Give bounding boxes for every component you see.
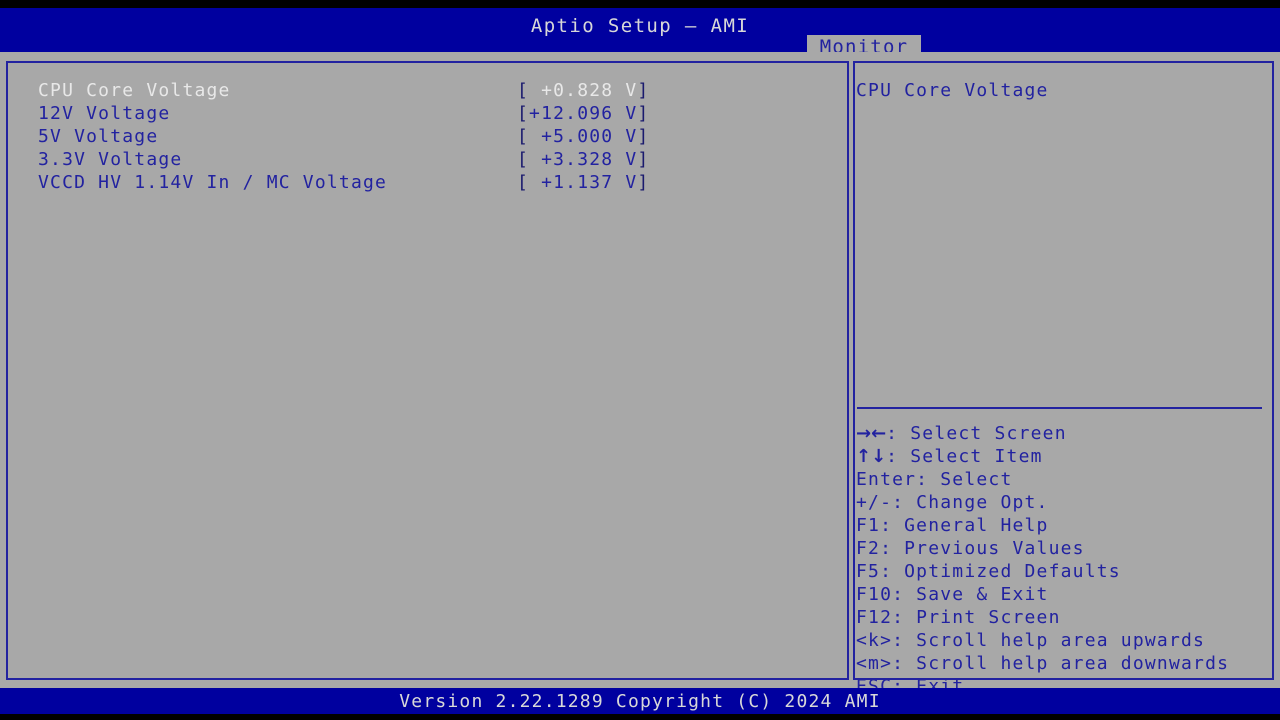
setting-value: +3.328 V bbox=[529, 149, 638, 170]
legend-text: F5: Optimized Defaults bbox=[856, 561, 1121, 582]
help-panel: CPU Core Voltage →←: Select Screen ↑↓: Se… bbox=[853, 61, 1274, 697]
setting-value-field[interactable]: [ +5.000 V] bbox=[517, 125, 649, 148]
setting-value-field[interactable]: [ +0.828 V] bbox=[517, 79, 649, 102]
value-close-bracket: ] bbox=[637, 103, 650, 124]
value-close-bracket: ] bbox=[637, 126, 650, 147]
legend-line: ↑↓: Select Item bbox=[855, 445, 1272, 468]
title-bar: Aptio Setup – AMI Monitor bbox=[0, 8, 1280, 60]
legend-text: : Select Screen bbox=[886, 423, 1067, 444]
setting-row[interactable]: CPU Core Voltage [ +0.828 V] bbox=[8, 79, 847, 102]
settings-panel: CPU Core Voltage[ +0.828 V] 12V Voltage [+… bbox=[6, 61, 849, 680]
setting-value-field[interactable]: [+12.096 V] bbox=[517, 102, 649, 125]
value-open-bracket: [ bbox=[517, 126, 530, 147]
legend-line: F5: Optimized Defaults bbox=[855, 560, 1272, 583]
legend-text: F2: Previous Values bbox=[856, 538, 1085, 559]
setting-value: +1.137 V bbox=[529, 172, 638, 193]
settings-list: CPU Core Voltage[ +0.828 V] 12V Voltage [+… bbox=[8, 79, 847, 194]
body-area: CPU Core Voltage[ +0.828 V] 12V Voltage [+… bbox=[0, 52, 1280, 697]
legend-text: +/-: Change Opt. bbox=[856, 492, 1049, 513]
bios-setup-screen: Aptio Setup – AMI Monitor CPU Core Volta… bbox=[0, 0, 1280, 720]
setting-row[interactable]: 5V Voltage [ +5.000 V] bbox=[8, 125, 847, 148]
legend-line: F12: Print Screen bbox=[855, 606, 1272, 629]
top-black-strip bbox=[0, 0, 1280, 8]
key-legend: →←: Select Screen ↑↓: Select Item Enter: S… bbox=[855, 422, 1272, 698]
legend-text: <k>: Scroll help area upwards bbox=[856, 630, 1206, 651]
legend-line: <m>: Scroll help area downwards bbox=[855, 652, 1272, 675]
setting-row[interactable]: VCCD HV 1.14V In / MC Voltage [ +1.137 V] bbox=[8, 171, 847, 194]
legend-line: F2: Previous Values bbox=[855, 537, 1272, 560]
setting-value: +5.000 V bbox=[529, 126, 638, 147]
setting-label: 12V Voltage bbox=[38, 103, 171, 124]
bottom-black-strip bbox=[0, 714, 1280, 720]
legend-line: →←: Select Screen bbox=[855, 422, 1272, 445]
setting-value-field[interactable]: [ +1.137 V] bbox=[517, 171, 649, 194]
help-divider bbox=[857, 407, 1262, 409]
legend-text: F10: Save & Exit bbox=[856, 584, 1049, 605]
setting-row[interactable]: 3.3V Voltage [ +3.328 V] bbox=[8, 148, 847, 171]
value-open-bracket: [ bbox=[517, 149, 530, 170]
setting-label: 3.3V Voltage bbox=[38, 149, 183, 170]
legend-line: F10: Save & Exit bbox=[855, 583, 1272, 606]
setting-label: VCCD HV 1.14V In / MC Voltage bbox=[38, 172, 388, 193]
legend-key-glyph-icon: ↑↓ bbox=[856, 446, 887, 467]
legend-text: F1: General Help bbox=[856, 515, 1049, 536]
footer-bar: Version 2.22.1289 Copyright (C) 2024 AMI bbox=[0, 688, 1280, 714]
setting-value: +12.096 V bbox=[529, 103, 638, 124]
legend-text: F12: Print Screen bbox=[856, 607, 1061, 628]
value-close-bracket: ] bbox=[637, 172, 650, 193]
legend-text: <m>: Scroll help area downwards bbox=[856, 653, 1230, 674]
setting-label: CPU Core Voltage bbox=[38, 80, 231, 101]
setting-value-field[interactable]: [ +3.328 V] bbox=[517, 148, 649, 171]
legend-line: Enter: Select bbox=[855, 468, 1272, 491]
setting-row[interactable]: 12V Voltage [+12.096 V] bbox=[8, 102, 847, 125]
setting-label: 5V Voltage bbox=[38, 126, 159, 147]
setting-value: +0.828 V bbox=[529, 80, 638, 101]
legend-line: +/-: Change Opt. bbox=[855, 491, 1272, 514]
help-description: CPU Core Voltage bbox=[855, 79, 1272, 102]
legend-line: <k>: Scroll help area upwards bbox=[855, 629, 1272, 652]
value-open-bracket: [ bbox=[517, 103, 530, 124]
legend-text: : Select Item bbox=[886, 446, 1043, 467]
legend-key-glyph-icon: →← bbox=[856, 423, 887, 444]
help-line: CPU Core Voltage bbox=[856, 80, 1049, 101]
value-close-bracket: ] bbox=[637, 80, 650, 101]
value-open-bracket: [ bbox=[517, 172, 530, 193]
legend-text: Enter: Select bbox=[856, 469, 1013, 490]
legend-line: F1: General Help bbox=[855, 514, 1272, 537]
value-open-bracket: [ bbox=[517, 80, 530, 101]
version-text: Version 2.22.1289 Copyright (C) 2024 AMI bbox=[399, 691, 881, 712]
value-close-bracket: ] bbox=[637, 149, 650, 170]
page-title: Aptio Setup – AMI bbox=[530, 15, 750, 37]
